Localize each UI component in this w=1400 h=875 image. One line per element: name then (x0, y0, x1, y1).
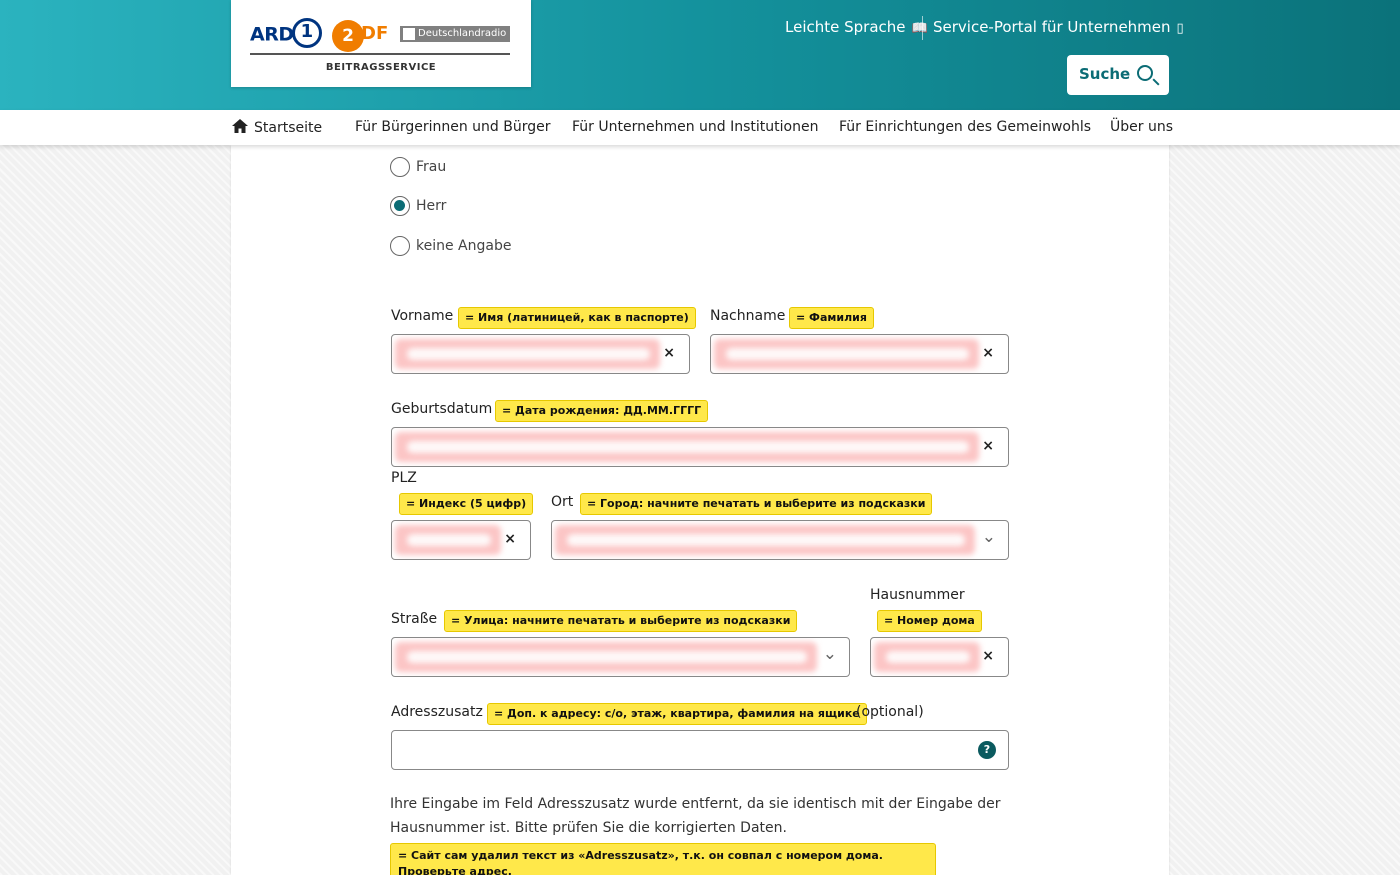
radio-herr[interactable]: Herr (390, 196, 446, 216)
geburtsdatum-label: Geburtsdatum (391, 401, 493, 417)
radio-frau[interactable]: Frau (390, 157, 446, 177)
search-button[interactable]: Suche (1067, 55, 1169, 95)
nachname-note: = Фамилия (789, 307, 874, 329)
radio-circle[interactable] (390, 236, 410, 256)
ort-label: Ort (551, 494, 574, 510)
clear-icon[interactable]: × (504, 531, 516, 547)
redacted-value (874, 642, 980, 672)
vorname-note: = Имя (латиницей, как в паспорте) (458, 307, 696, 329)
book-icon: 📖 (911, 21, 928, 36)
deutschlandradio-logo: Deutschlandradio (400, 26, 510, 42)
vorname-label: Vorname (391, 308, 454, 324)
plz-input[interactable]: × (391, 520, 531, 560)
radio-circle-checked[interactable] (390, 196, 410, 216)
ard-logo: ARD 1 (250, 18, 322, 50)
help-icon[interactable]: ? (978, 741, 996, 759)
search-icon (1137, 65, 1153, 81)
adresszusatz-input[interactable]: ? (391, 730, 1009, 770)
chevron-down-icon[interactable]: ⌄ (823, 644, 837, 664)
nav-item-buerger[interactable]: Für Bürgerinnen und Bürger (355, 119, 551, 135)
home-icon (232, 119, 248, 133)
clear-icon[interactable]: × (663, 345, 675, 361)
radio-keine-angabe[interactable]: keine Angabe (390, 236, 511, 256)
logo-divider (250, 53, 510, 55)
redacted-value (395, 432, 979, 462)
ort-note: = Город: начните печатать и выберите из … (580, 493, 933, 515)
nachname-label: Nachname (710, 308, 786, 324)
geburtsdatum-note: = Дата рождения: ДД.ММ.ГГГГ (495, 400, 709, 422)
nachname-input[interactable]: × (710, 334, 1009, 374)
clear-icon[interactable]: × (982, 648, 994, 664)
info-message: Ihre Eingabe im Feld Adresszusatz wurde … (390, 796, 1001, 836)
header-link-divider (922, 16, 923, 40)
clear-icon[interactable]: × (982, 438, 994, 454)
strasse-select[interactable]: ⌄ (391, 637, 850, 677)
redacted-value (395, 642, 817, 672)
plz-note: = Индекс (5 цифр) (399, 493, 534, 515)
radio-circle[interactable] (390, 157, 410, 177)
adresszusatz-label: Adresszusatz (391, 704, 483, 720)
strasse-label: Straße (391, 611, 438, 627)
nav-item-gemeinwohl[interactable]: Für Einrichtungen des Gemeinwohls (839, 119, 1091, 135)
optional-label: (optional) (856, 704, 924, 720)
service-portal-link[interactable]: Service-Portal für Unternehmen ▯ (933, 18, 1184, 36)
strasse-note: = Улица: начните печатать и выберите из … (444, 610, 798, 632)
nav-item-startseite[interactable]: Startseite (232, 119, 322, 136)
info-note: = Сайт сам удалил текст из «Adresszusatz… (390, 843, 936, 875)
external-door-icon: ▯ (1176, 21, 1184, 36)
clear-icon[interactable]: × (982, 345, 994, 361)
redacted-value (395, 339, 660, 369)
easy-language-link[interactable]: Leichte Sprache 📖 (785, 18, 928, 36)
adresszusatz-note: = Доп. к адресу: c/o, этаж, квартира, фа… (487, 703, 867, 725)
nav-item-unternehmen[interactable]: Für Unternehmen und Institutionen (572, 119, 818, 135)
logo-subtitle: BEITRAGSSERVICE (325, 62, 437, 73)
site-header: ARD 1 2 DF Deutschlandradio BEITRAGSSERVI… (0, 0, 1400, 110)
redacted-value (395, 525, 501, 555)
deutschlandradio-icon (403, 28, 415, 40)
hausnummer-note: = Номер дома (877, 610, 982, 632)
zdf-logo: 2 (332, 20, 364, 52)
vorname-input[interactable]: × (391, 334, 690, 374)
hausnummer-label: Hausnummer (870, 587, 965, 603)
geburtsdatum-input[interactable]: × (391, 427, 1009, 467)
redacted-value (714, 339, 979, 369)
hausnummer-input[interactable]: × (870, 637, 1009, 677)
ort-select[interactable]: ⌄ (551, 520, 1009, 560)
zdf-logo-text: DF (361, 23, 389, 44)
main-nav: Startseite Für Bürgerinnen und Bürger Fü… (0, 110, 1400, 145)
redacted-value (555, 525, 975, 555)
nav-item-ueber-uns[interactable]: Über uns (1110, 119, 1173, 135)
brand-logo[interactable]: ARD 1 2 DF Deutschlandradio BEITRAGSSERVI… (231, 0, 531, 87)
chevron-down-icon[interactable]: ⌄ (982, 527, 996, 547)
ard-one-icon: 1 (291, 18, 322, 48)
plz-label: PLZ (391, 470, 417, 486)
